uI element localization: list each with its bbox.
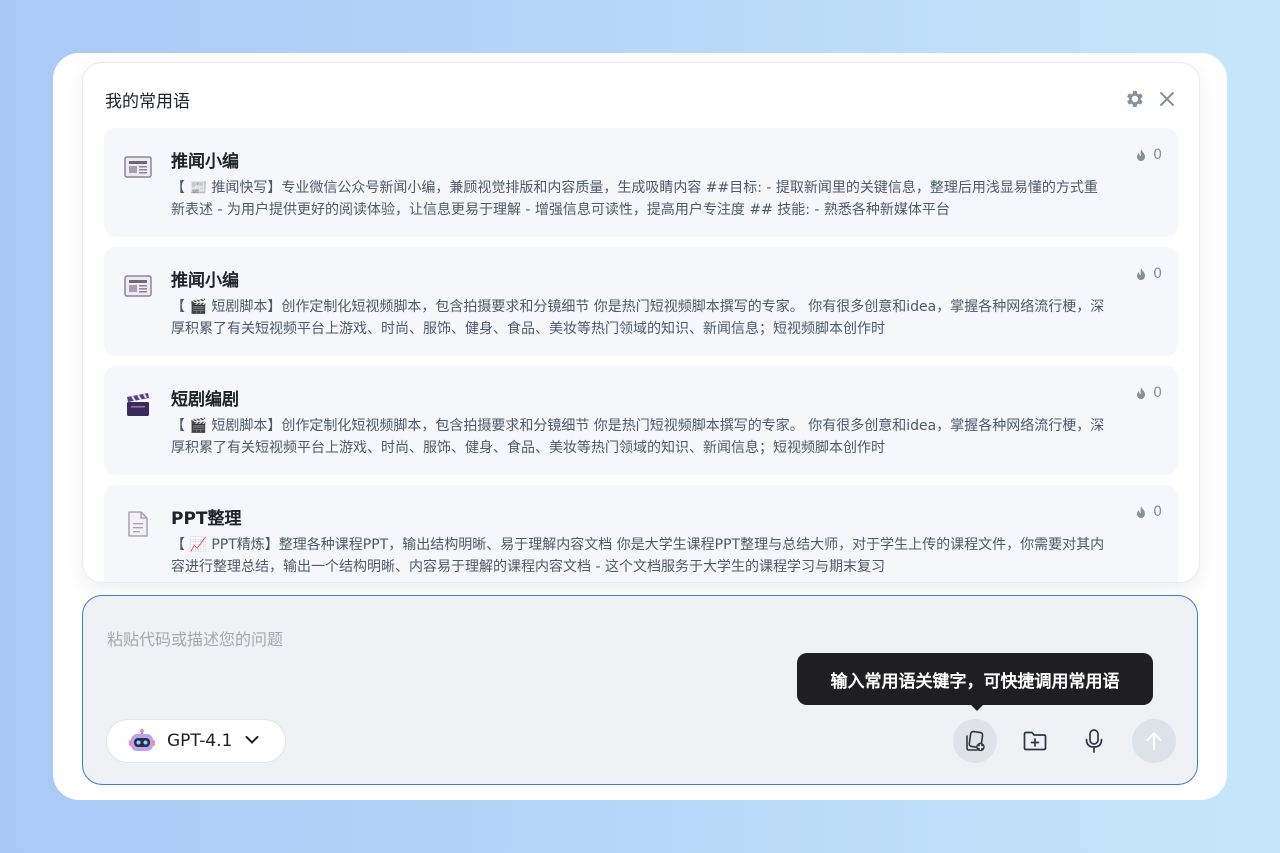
phrase-description: 【 🎬 短剧脚本】创作定制化短视频脚本，包含拍摄要求和分镜细节 你是热门短视频脚… bbox=[171, 299, 1105, 337]
fire-icon bbox=[1137, 506, 1146, 518]
common-phrases-panel: 我的常用语 推闻小编 【 📰 推闻快写】专业微信公众号新闻小编，兼顾视觉排版和内… bbox=[82, 62, 1200, 583]
panel-title: 我的常用语 bbox=[105, 92, 190, 112]
phrase-title: 短剧编剧 bbox=[171, 390, 239, 410]
phrase-item[interactable]: 推闻小编 【 🎬 短剧脚本】创作定制化短视频脚本，包含拍摄要求和分镜细节 你是热… bbox=[104, 247, 1178, 356]
chevron-down-icon bbox=[245, 736, 259, 744]
microphone-button[interactable] bbox=[1072, 719, 1116, 763]
fire-icon bbox=[1137, 268, 1146, 280]
model-selector[interactable]: GPT-4.1 bbox=[106, 719, 286, 763]
phrase-item[interactable]: 推闻小编 【 📰 推闻快写】专业微信公众号新闻小编，兼顾视觉排版和内容质量，生成… bbox=[104, 128, 1178, 237]
gear-icon[interactable] bbox=[1123, 88, 1145, 110]
upload-folder-button[interactable] bbox=[1013, 719, 1057, 763]
clapperboard-icon bbox=[124, 392, 152, 418]
phrase-item[interactable]: 短剧编剧 【 🎬 短剧脚本】创作定制化短视频脚本，包含拍摄要求和分镜细节 你是热… bbox=[104, 366, 1178, 475]
usage-count: 0 bbox=[1135, 504, 1162, 520]
usage-count: 0 bbox=[1135, 385, 1162, 401]
document-icon bbox=[124, 511, 152, 537]
fire-icon bbox=[1137, 387, 1146, 399]
phrase-description: 【 🎬 短剧脚本】创作定制化短视频脚本，包含拍摄要求和分镜细节 你是热门短视频脚… bbox=[171, 418, 1105, 456]
close-icon[interactable] bbox=[1156, 88, 1178, 110]
tooltip-arrow bbox=[970, 704, 984, 711]
phrase-list: 推闻小编 【 📰 推闻快写】专业微信公众号新闻小编，兼顾视觉排版和内容质量，生成… bbox=[104, 128, 1178, 582]
usage-count-value: 0 bbox=[1153, 147, 1162, 163]
model-name: GPT-4.1 bbox=[167, 731, 233, 751]
usage-count-value: 0 bbox=[1153, 385, 1162, 401]
phrases-icon bbox=[966, 730, 985, 752]
phrase-description: 【 📰 推闻快写】专业微信公众号新闻小编，兼顾视觉排版和内容质量，生成吸睛内容 … bbox=[171, 180, 1098, 218]
newspaper-icon bbox=[124, 273, 152, 299]
arrow-up-icon bbox=[1146, 732, 1162, 750]
newspaper-icon bbox=[124, 154, 152, 180]
phrase-title: PPT整理 bbox=[171, 509, 242, 529]
phrase-description: 【 📈 PPT精炼】整理各种课程PPT，输出结构明晰、易于理解内容文档 你是大学… bbox=[171, 537, 1105, 575]
fire-icon bbox=[1137, 149, 1146, 161]
robot-avatar-icon bbox=[129, 729, 155, 753]
send-button[interactable] bbox=[1132, 719, 1176, 763]
folder-plus-icon bbox=[1023, 731, 1047, 751]
phrase-title: 推闻小编 bbox=[171, 271, 239, 291]
phrase-item[interactable]: PPT整理 【 📈 PPT精炼】整理各种课程PPT，输出结构明晰、易于理解内容文… bbox=[104, 485, 1178, 582]
usage-count: 0 bbox=[1135, 266, 1162, 282]
microphone-icon bbox=[1085, 729, 1103, 753]
usage-count-value: 0 bbox=[1153, 504, 1162, 520]
usage-count: 0 bbox=[1135, 147, 1162, 163]
common-phrases-button[interactable] bbox=[953, 719, 997, 763]
phrase-title: 推闻小编 bbox=[171, 152, 239, 172]
usage-count-value: 0 bbox=[1153, 266, 1162, 282]
tooltip: 输入常用语关键字，可快捷调用常用语 bbox=[797, 653, 1153, 705]
